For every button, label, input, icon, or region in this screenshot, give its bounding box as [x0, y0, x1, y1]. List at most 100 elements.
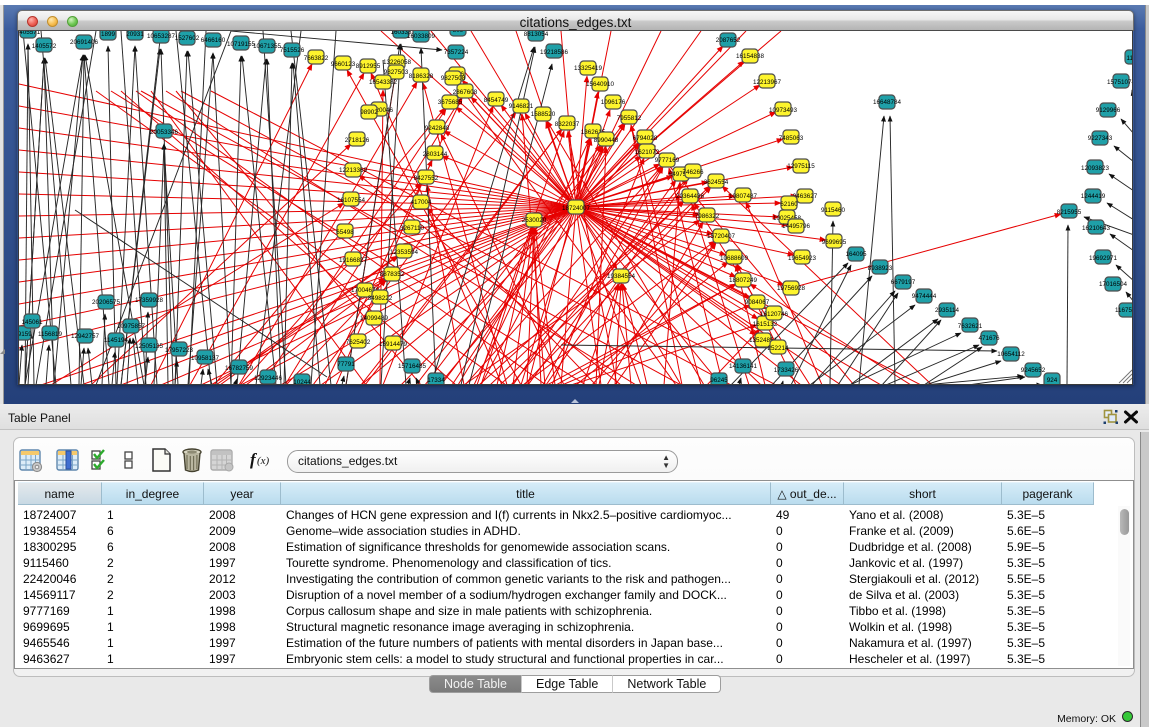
svg-text:7632621: 7632621	[958, 323, 983, 330]
svg-text:7986322: 7986322	[695, 213, 720, 220]
svg-text:7515526: 7515526	[280, 47, 305, 54]
svg-text:12353594: 12353594	[390, 249, 419, 256]
svg-text:77791: 77791	[337, 361, 355, 368]
svg-text:8427552: 8427552	[414, 175, 439, 182]
svg-text:20931: 20931	[126, 31, 144, 38]
svg-text:19218586: 19218586	[540, 49, 569, 56]
svg-text:8454749: 8454749	[484, 97, 509, 104]
svg-text:96245: 96245	[710, 377, 728, 384]
svg-text:19166827: 19166827	[339, 257, 368, 264]
svg-text:252214: 252214	[767, 345, 789, 352]
svg-text:9084067: 9084067	[745, 299, 770, 306]
svg-text:13325419: 13325419	[574, 65, 603, 72]
svg-text:16782759: 16782759	[225, 365, 254, 372]
svg-text:16914479: 16914479	[379, 341, 408, 348]
svg-text:16210643: 16210643	[1082, 225, 1111, 232]
svg-text:62160: 62160	[780, 201, 798, 208]
svg-text:1156819: 1156819	[38, 331, 63, 338]
svg-text:2087652: 2087652	[716, 37, 741, 44]
svg-text:19756928: 19756928	[777, 285, 806, 292]
svg-text:9474444: 9474444	[912, 293, 937, 300]
svg-text:7625402: 7625402	[346, 339, 371, 346]
svg-text:8912955: 8912955	[356, 63, 381, 70]
svg-text:164095: 164095	[845, 251, 867, 258]
svg-text:12942757: 12942757	[71, 333, 100, 340]
svg-text:14136141: 14136141	[729, 363, 758, 370]
svg-text:7485063: 7485063	[779, 135, 804, 142]
svg-text:6679197: 6679197	[891, 279, 916, 286]
svg-text:10807487: 10807487	[729, 193, 758, 200]
svg-text:17957223: 17957223	[165, 347, 194, 354]
svg-text:16107554: 16107554	[337, 197, 366, 204]
svg-text:98902: 98902	[360, 109, 378, 116]
svg-text:10244: 10244	[293, 379, 311, 385]
svg-text:1167533: 1167533	[1115, 307, 1133, 314]
svg-text:9699695: 9699695	[822, 239, 847, 246]
svg-text:2803144: 2803144	[423, 151, 448, 158]
svg-text:809: 809	[453, 31, 464, 34]
svg-text:12923446: 12923446	[254, 375, 283, 382]
svg-text:9146821: 9146821	[509, 103, 534, 110]
svg-text:18724007: 18724007	[562, 205, 591, 212]
svg-text:1588520: 1588520	[531, 111, 556, 118]
svg-text:10688609: 10688609	[720, 255, 749, 262]
svg-text:7357224: 7357224	[444, 49, 469, 56]
svg-text:924: 924	[1047, 377, 1058, 384]
svg-text:19654923: 19654923	[788, 255, 817, 262]
svg-text:1145194: 1145194	[104, 337, 129, 344]
svg-text:1244419: 1244419	[1081, 193, 1106, 200]
svg-text:9245652: 9245652	[1021, 367, 1046, 374]
svg-text:10654112: 10654112	[997, 351, 1025, 358]
svg-text:20364436: 20364436	[676, 193, 705, 200]
svg-text:1096176: 1096176	[601, 99, 626, 106]
svg-text:3624554: 3624554	[704, 179, 729, 186]
svg-text:1405572: 1405572	[32, 43, 57, 50]
svg-text:471676: 471676	[978, 335, 1000, 342]
svg-text:2718126: 2718126	[345, 137, 370, 144]
svg-text:12213967: 12213967	[753, 79, 782, 86]
svg-text:12093823: 12093823	[1081, 165, 1110, 172]
svg-text:3675685: 3675685	[438, 99, 463, 106]
svg-text:15751074: 15751074	[1107, 79, 1133, 86]
svg-text:18807249: 18807249	[729, 277, 758, 284]
svg-text:14099489: 14099489	[360, 315, 389, 322]
svg-text:17334: 17334	[427, 377, 445, 384]
svg-text:145061: 145061	[21, 319, 43, 326]
svg-text:19384554: 19384554	[607, 273, 636, 280]
svg-text:10671355: 10671355	[253, 43, 282, 50]
svg-text:10653287: 10653287	[147, 33, 176, 40]
svg-text:17016504: 17016504	[1099, 281, 1128, 288]
svg-text:(x): (x)	[257, 455, 270, 467]
svg-text:7955812: 7955812	[617, 115, 642, 122]
svg-text:8878352: 8878352	[380, 271, 405, 278]
svg-text:1615132: 1615132	[753, 321, 778, 328]
svg-text:10973493: 10973493	[769, 107, 798, 114]
svg-text:417004: 417004	[410, 199, 432, 206]
svg-text:8186328: 8186328	[409, 73, 434, 80]
svg-text:8938923: 8938923	[868, 265, 893, 272]
svg-text:8322037: 8322037	[555, 121, 580, 128]
svg-text:9827508: 9827508	[441, 75, 466, 82]
svg-text:3498222: 3498222	[368, 295, 393, 302]
svg-text:1112: 1112	[1126, 55, 1133, 62]
svg-text:6794028: 6794028	[633, 135, 658, 142]
svg-text:16033809: 16033809	[407, 33, 436, 40]
svg-text:10719155: 10719155	[227, 41, 256, 48]
svg-text:3267110: 3267110	[400, 225, 425, 232]
svg-text:14495796: 14495796	[782, 223, 811, 230]
svg-text:10975857: 10975857	[117, 323, 146, 330]
svg-text:20206575: 20206575	[92, 299, 121, 306]
svg-text:19692971: 19692971	[1089, 255, 1118, 262]
svg-text:20691406: 20691406	[70, 39, 99, 46]
svg-text:1527602: 1527602	[175, 35, 200, 42]
svg-text:16543382: 16543382	[369, 79, 398, 86]
svg-text:16120746: 16120746	[760, 311, 789, 318]
svg-text:15640910: 15640910	[586, 81, 615, 88]
svg-text:9227343: 9227343	[1088, 135, 1113, 142]
svg-text:10958137: 10958137	[191, 355, 220, 362]
svg-text:1621072: 1621072	[635, 149, 660, 156]
svg-text:1733426: 1733426	[774, 367, 799, 374]
svg-text:15716485: 15716485	[398, 363, 427, 370]
svg-text:9115460: 9115460	[821, 207, 846, 214]
svg-text:1899: 1899	[101, 31, 116, 38]
